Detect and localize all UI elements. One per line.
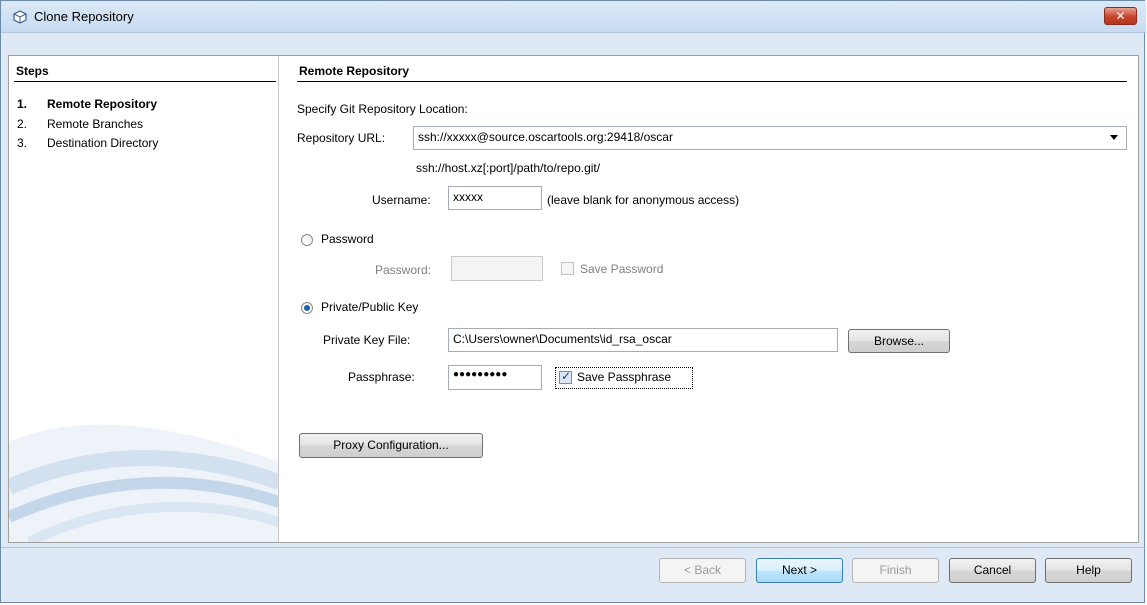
netbeans-cube-icon — [13, 10, 27, 24]
step-destination-directory: 3. Destination Directory — [17, 136, 158, 150]
repository-url-label: Repository URL: — [297, 131, 386, 145]
step-remote-repository: 1. Remote Repository — [17, 97, 157, 111]
save-passphrase-checkbox[interactable]: ✓ — [559, 369, 572, 384]
help-button[interactable]: Help — [1045, 558, 1132, 583]
private-public-key-radio[interactable] — [301, 302, 313, 314]
section-title: Remote Repository — [299, 64, 410, 78]
checkmark-icon: ✓ — [561, 369, 572, 383]
close-icon: ✕ — [1115, 9, 1126, 23]
url-format-hint: ssh://host.xz[:port]/path/to/repo.git/ — [416, 161, 601, 175]
steps-panel: Steps 1. Remote Repository 2. Remote Branc… — [9, 56, 279, 542]
save-password-checkbox[interactable] — [561, 262, 574, 275]
step-label: Remote Repository — [47, 97, 158, 111]
private-public-key-radio-label[interactable]: Private/Public Key — [321, 300, 418, 314]
username-hint: (leave blank for anonymous access) — [547, 193, 740, 207]
username-label: Username: — [372, 193, 431, 207]
step-remote-branches: 2. Remote Branches — [17, 117, 143, 131]
password-field[interactable] — [451, 256, 543, 281]
username-field[interactable]: xxxxx — [448, 186, 542, 210]
title-bar: Clone Repository ✕ — [1, 1, 1146, 33]
passphrase-field[interactable]: ●●●●●●●●● — [448, 365, 542, 390]
repository-url-combobox[interactable]: ssh://xxxxx@source.oscartools.org:29418/… — [413, 126, 1127, 150]
step-number: 3. — [17, 136, 28, 150]
footer-divider — [1, 547, 1146, 548]
close-button[interactable]: ✕ — [1104, 7, 1137, 25]
step-number: 1. — [17, 97, 28, 111]
browse-button[interactable]: Browse... — [848, 329, 950, 353]
step-label: Remote Branches — [47, 117, 144, 131]
passphrase-value: ●●●●●●●●● — [453, 369, 508, 380]
clone-repository-dialog: Clone Repository ✕ Steps 1. Remote Reposi… — [0, 0, 1146, 603]
private-key-file-value: C:\Users\owner\Documents\id_rsa_oscar — [453, 332, 672, 346]
back-button[interactable]: < Back — [659, 558, 746, 583]
section-divider — [297, 81, 1127, 82]
window-title: Clone Repository — [34, 9, 134, 24]
repository-url-value: ssh://xxxxx@source.oscartools.org:29418/… — [418, 130, 673, 144]
private-key-file-field[interactable]: C:\Users\owner\Documents\id_rsa_oscar — [448, 328, 838, 352]
save-passphrase-label[interactable]: Save Passphrase — [577, 370, 671, 384]
username-value: xxxxx — [453, 190, 483, 204]
decorative-swoosh-graphic — [9, 424, 278, 542]
chevron-down-icon[interactable] — [1110, 135, 1118, 140]
step-number: 2. — [17, 117, 28, 131]
intro-text: Specify Git Repository Location: — [297, 102, 468, 116]
remote-repository-panel: Remote Repository Specify Git Repository… — [287, 56, 1139, 542]
private-key-file-label: Private Key File: — [323, 333, 411, 347]
save-password-label[interactable]: Save Password — [580, 262, 663, 276]
passphrase-label: Passphrase: — [348, 370, 415, 384]
password-radio[interactable] — [301, 234, 313, 246]
next-button[interactable]: Next > — [756, 558, 843, 583]
cancel-button[interactable]: Cancel — [949, 558, 1036, 583]
steps-divider — [14, 81, 276, 82]
proxy-configuration-button[interactable]: Proxy Configuration... — [299, 433, 483, 458]
step-label: Destination Directory — [47, 136, 159, 150]
finish-button[interactable]: Finish — [852, 558, 939, 583]
password-label: Password: — [375, 263, 432, 277]
password-radio-label[interactable]: Password — [321, 232, 374, 246]
steps-title: Steps — [16, 64, 49, 78]
